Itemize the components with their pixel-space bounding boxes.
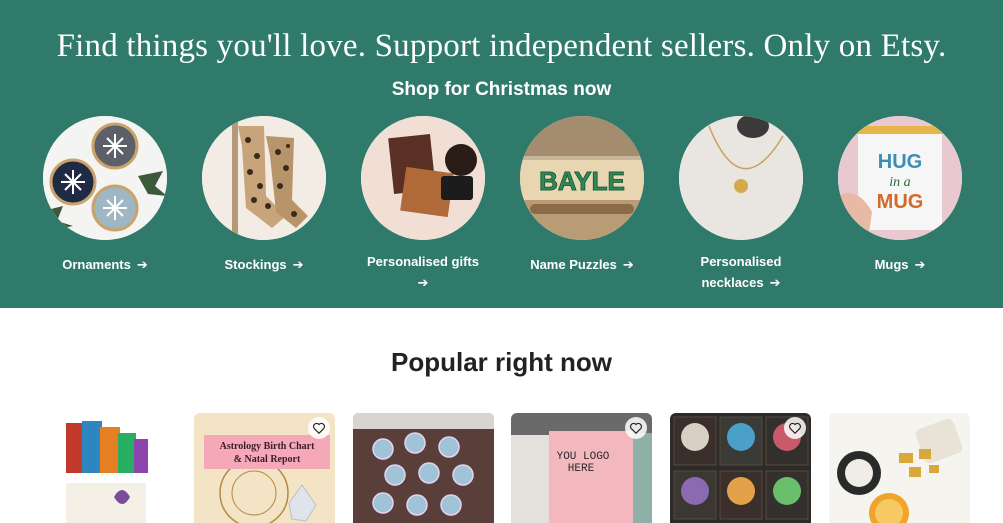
mugs-image: HUG in a MUG — [838, 116, 962, 240]
hero-title: Find things you'll love. Support indepen… — [56, 28, 947, 64]
category-personalised-necklaces[interactable]: Personalised necklaces ➔ — [661, 116, 821, 296]
tote-text-line-2: HERE — [568, 463, 595, 475]
popular-item-astrology-report[interactable]: Astrology Birth Chart & Natal Report — [194, 413, 335, 523]
heart-icon — [630, 422, 642, 435]
astrology-banner-line-1: Astrology Birth Chart — [220, 441, 315, 452]
favorite-button[interactable] — [308, 417, 330, 439]
mug-text-line-1: HUG — [878, 151, 922, 173]
category-mugs[interactable]: HUG in a MUG Mugs ➔ — [820, 116, 980, 296]
personalised-necklaces-image — [679, 116, 803, 240]
category-name-puzzles[interactable]: BAYLE Name Puzzles ➔ — [502, 116, 662, 296]
arrow-right-icon: ➔ — [769, 275, 781, 290]
hero-subtitle: Shop for Christmas now — [391, 79, 612, 100]
puzzle-text: BAYLE — [539, 166, 625, 196]
heart-icon — [789, 422, 801, 435]
tote-text-line-1: YOU LOGO — [557, 451, 610, 463]
category-label: Stockings ➔ — [199, 254, 329, 275]
astrology-banner-line-2: & Natal Report — [234, 454, 301, 465]
popular-item-custom-tote[interactable]: YOU LOGO HERE — [511, 413, 652, 523]
arrow-right-icon: ➔ — [292, 257, 304, 272]
popular-section-title: Popular right now — [391, 347, 612, 377]
category-label: Ornaments ➔ — [40, 254, 170, 275]
category-label: Name Puzzles ➔ — [517, 254, 647, 275]
favorite-button[interactable] — [784, 417, 806, 439]
ornaments-image — [43, 116, 167, 240]
heart-icon — [313, 422, 325, 435]
category-label: Mugs ➔ — [835, 254, 965, 275]
category-personalised-gifts[interactable]: Personalised gifts ➔ — [343, 116, 503, 296]
favorite-button[interactable] — [625, 417, 647, 439]
stockings-image — [202, 116, 326, 240]
arrow-right-icon: ➔ — [914, 257, 926, 272]
category-ornaments[interactable]: Ornaments ➔ — [25, 116, 185, 296]
popular-item-moon-crystals[interactable] — [353, 413, 494, 523]
personalised-gifts-image — [361, 116, 485, 240]
popular-item-golden-soap[interactable] — [829, 413, 970, 523]
category-label: Personalised gifts ➔ — [358, 251, 488, 293]
popular-item-gemstone-trees[interactable] — [670, 413, 811, 523]
category-label: Personalised necklaces ➔ — [676, 251, 806, 293]
popular-item-snack-box[interactable] — [36, 413, 177, 523]
category-stockings[interactable]: Stockings ➔ — [184, 116, 344, 296]
arrow-right-icon: ➔ — [417, 275, 429, 290]
mug-text-line-3: MUG — [877, 191, 924, 213]
mug-text-line-2: in a — [889, 175, 910, 190]
arrow-right-icon: ➔ — [136, 257, 148, 272]
arrow-right-icon: ➔ — [622, 257, 634, 272]
christmas-hero-banner: Find things you'll love. Support indepen… — [0, 0, 1003, 308]
name-puzzles-image: BAYLE — [520, 116, 644, 240]
